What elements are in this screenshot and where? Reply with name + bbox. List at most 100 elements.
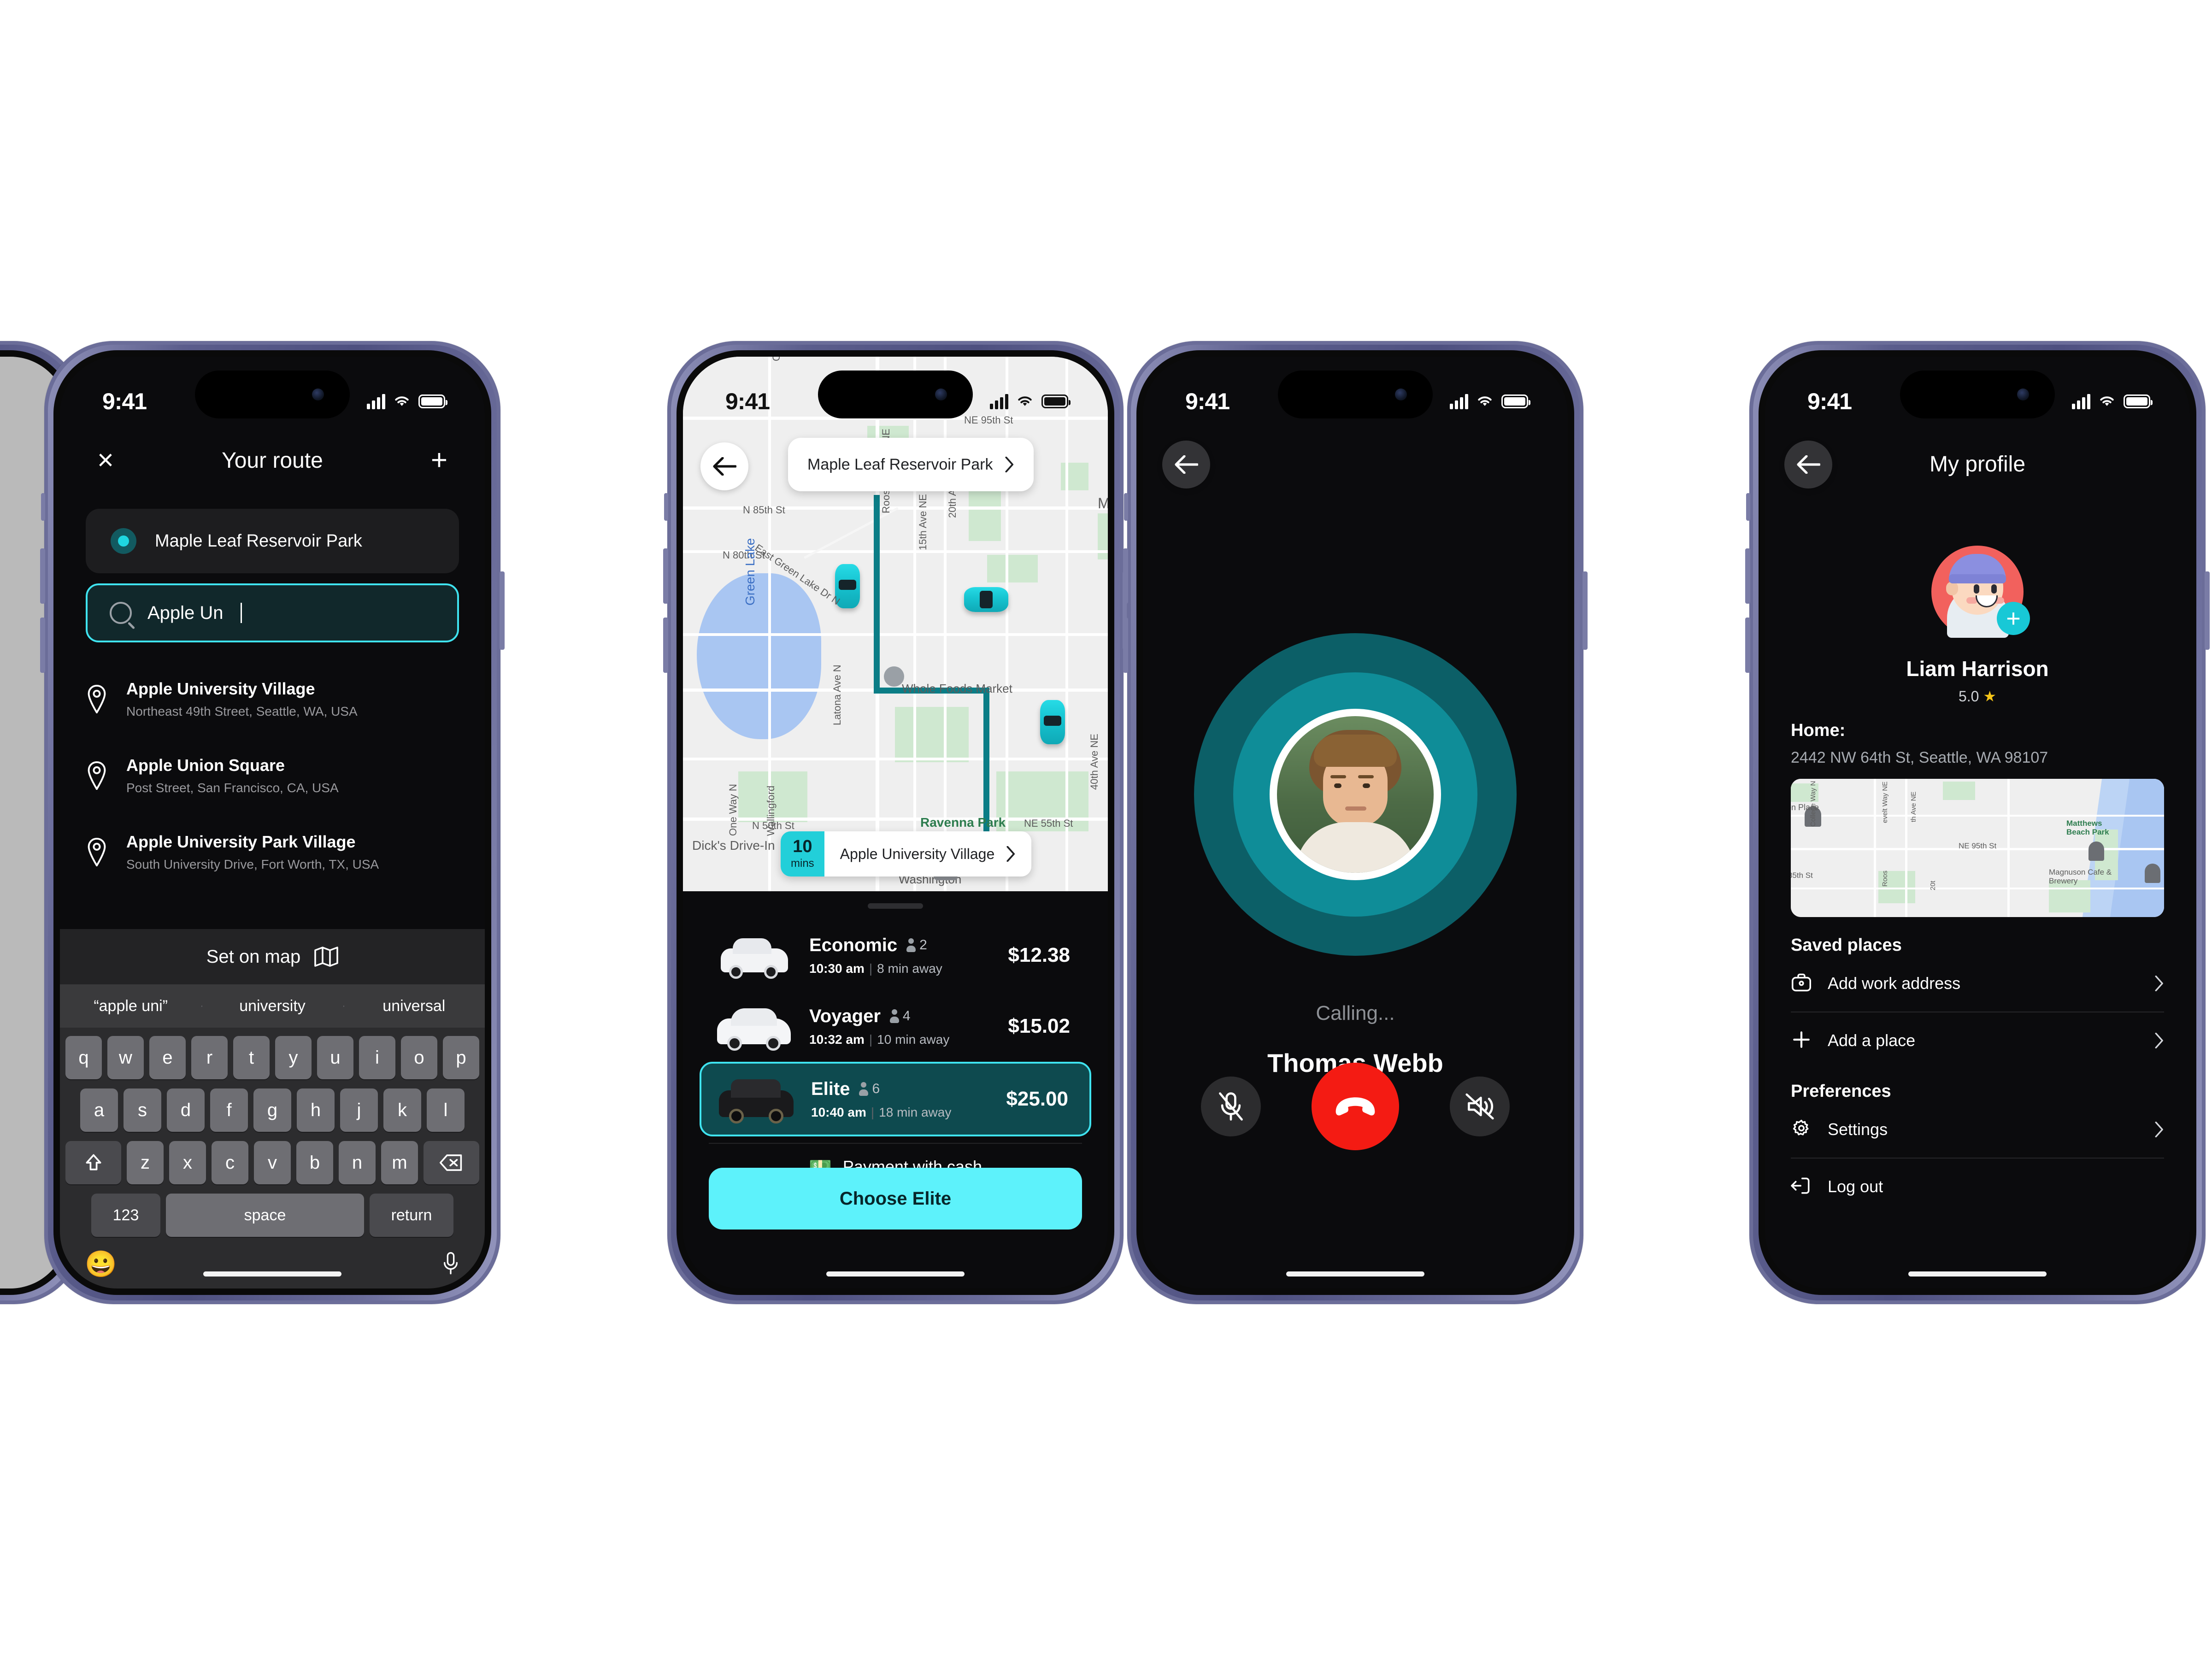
logout-icon <box>1791 1176 1812 1197</box>
key-h[interactable]: h <box>297 1088 335 1132</box>
key-r[interactable]: r <box>191 1036 228 1079</box>
back-button[interactable] <box>1784 441 1832 488</box>
key-a[interactable]: a <box>80 1088 118 1132</box>
key-z[interactable]: z <box>127 1141 164 1184</box>
destination-pill[interactable]: 10 mins Apple University Village <box>781 831 1032 877</box>
key-k[interactable]: k <box>383 1088 421 1132</box>
silent-switch[interactable] <box>664 493 668 521</box>
home-map-thumbnail[interactable]: ton Place College Way N evelt Way NE th … <box>1791 779 2164 917</box>
key-d[interactable]: d <box>167 1088 205 1132</box>
key-l[interactable]: l <box>427 1088 465 1132</box>
power-button[interactable] <box>1583 571 1588 650</box>
key-f[interactable]: f <box>210 1088 248 1132</box>
status-icons <box>367 394 447 409</box>
map-label: Mag <box>1098 495 1108 512</box>
microphone-icon[interactable] <box>441 1250 460 1278</box>
volume-up-button[interactable] <box>663 548 668 604</box>
map-label: th Ave NE <box>1910 791 1918 822</box>
speaker-button[interactable] <box>1450 1077 1510 1136</box>
emoji-icon[interactable]: 😀 <box>85 1249 117 1279</box>
shift-icon[interactable] <box>65 1141 121 1184</box>
mute-button[interactable] <box>1201 1077 1261 1136</box>
key-o[interactable]: o <box>401 1036 437 1079</box>
keyboard-suggestion[interactable]: universal <box>343 997 485 1015</box>
list-item-label: Add a place <box>1828 1031 1916 1050</box>
key-b[interactable]: b <box>296 1141 333 1184</box>
key-m[interactable]: m <box>381 1141 418 1184</box>
battery-icon <box>418 394 447 408</box>
map-canvas[interactable]: NE 95th St N 85th St N 80th St N 50th St… <box>683 357 1108 891</box>
page-title: Your route <box>222 448 323 473</box>
volume-up-button[interactable] <box>1745 548 1750 604</box>
key-i[interactable]: i <box>359 1036 395 1079</box>
key-s[interactable]: s <box>124 1088 161 1132</box>
ride-option-row[interactable]: Voyager 4 10:32 am | 10 min away $15.02 <box>700 991 1091 1062</box>
cellular-signal-icon <box>2072 394 2090 409</box>
choose-ride-button[interactable]: Choose Elite <box>709 1168 1082 1230</box>
key-p[interactable]: p <box>443 1036 479 1079</box>
key-c[interactable]: c <box>212 1141 248 1184</box>
home-indicator[interactable] <box>1908 1271 2047 1277</box>
close-icon[interactable]: × <box>89 444 122 477</box>
home-indicator[interactable] <box>826 1271 965 1277</box>
sheet-drag-handle[interactable] <box>868 903 923 909</box>
set-on-map-button[interactable]: Set on map <box>60 929 485 984</box>
list-item-settings[interactable]: Settings <box>1791 1101 2164 1158</box>
key-y[interactable]: y <box>275 1036 312 1079</box>
list-item-add-work-address[interactable]: Add work address <box>1791 955 2164 1012</box>
key-n[interactable]: n <box>339 1141 376 1184</box>
list-item[interactable]: Apple Union Square Post Street, San Franc… <box>60 737 485 814</box>
key-j[interactable]: j <box>340 1088 378 1132</box>
silent-switch[interactable] <box>1124 493 1128 521</box>
ride-option-row-selected[interactable]: Elite 6 10:40 am | 18 min away $25.00 <box>700 1062 1091 1136</box>
list-item[interactable]: Apple University Village Northeast 49th S… <box>60 661 485 737</box>
key-e[interactable]: e <box>149 1036 186 1079</box>
list-item-logout[interactable]: Log out <box>1791 1159 2164 1215</box>
key-w[interactable]: w <box>107 1036 144 1079</box>
silent-switch[interactable] <box>1746 493 1750 521</box>
volume-up-button[interactable] <box>40 548 45 604</box>
ride-option-row[interactable]: Economic 2 10:30 am | 8 min away $12.38 <box>700 920 1091 991</box>
search-input[interactable]: Apple Un <box>86 583 459 642</box>
volume-down-button[interactable] <box>1123 618 1128 673</box>
power-button[interactable] <box>2205 571 2210 650</box>
key-x[interactable]: x <box>169 1141 206 1184</box>
phone-calling: 9:41 Calling... Thomas Webb <box>1123 341 1588 1304</box>
key-g[interactable]: g <box>253 1088 291 1132</box>
key-q[interactable]: q <box>65 1036 102 1079</box>
home-indicator[interactable] <box>203 1271 341 1277</box>
divider <box>709 1143 1082 1144</box>
add-photo-button[interactable]: + <box>1997 602 2030 635</box>
backspace-icon[interactable] <box>424 1141 479 1184</box>
origin-pill[interactable]: Maple Leaf Reservoir Park <box>788 438 1034 491</box>
key-v[interactable]: v <box>254 1141 291 1184</box>
home-indicator[interactable] <box>1286 1271 1424 1277</box>
status-time: 9:41 <box>102 388 147 414</box>
car-thumbnail-elite <box>714 1074 797 1124</box>
return-key[interactable]: return <box>370 1194 453 1237</box>
ride-time: 10:40 am <box>811 1105 866 1119</box>
volume-down-button[interactable] <box>40 618 45 673</box>
keyboard-suggestion[interactable]: university <box>201 997 343 1015</box>
power-button[interactable] <box>500 571 505 650</box>
key-u[interactable]: u <box>317 1036 353 1079</box>
status-icons <box>2072 394 2153 409</box>
numeric-key[interactable]: 123 <box>91 1194 160 1237</box>
avatar[interactable]: + <box>1931 546 2030 638</box>
list-item-add-a-place[interactable]: Add a place <box>1791 1012 2164 1069</box>
space-key[interactable]: space <box>166 1194 364 1237</box>
silent-switch[interactable] <box>41 493 45 521</box>
volume-down-button[interactable] <box>1745 618 1750 673</box>
back-button[interactable] <box>700 442 748 490</box>
end-call-button[interactable] <box>1312 1063 1399 1150</box>
wifi-icon <box>1476 394 1494 409</box>
back-button[interactable] <box>1162 441 1210 488</box>
list-item[interactable]: Apple University Park Village South Unive… <box>60 814 485 890</box>
volume-down-button[interactable] <box>663 618 668 673</box>
keyboard-suggestion[interactable]: “apple uni” <box>60 997 201 1015</box>
volume-up-button[interactable] <box>1123 548 1128 604</box>
key-t[interactable]: t <box>233 1036 270 1079</box>
ride-price: $12.38 <box>1008 944 1070 966</box>
add-stop-icon[interactable]: + <box>423 444 455 477</box>
origin-field[interactable]: Maple Leaf Reservoir Park <box>86 509 459 573</box>
